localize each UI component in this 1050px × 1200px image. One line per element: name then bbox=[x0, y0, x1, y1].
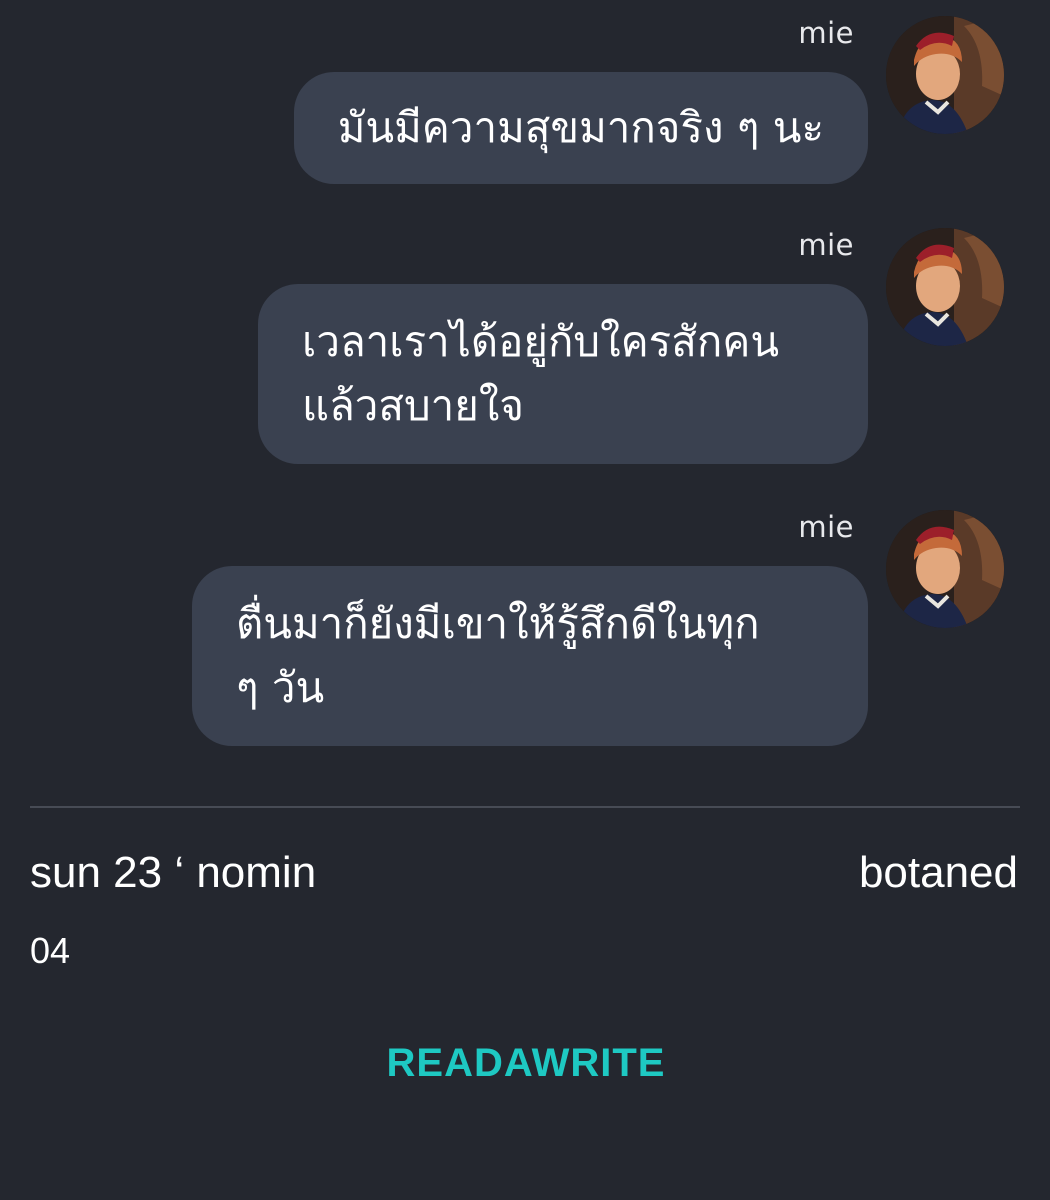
message-text-line: ตื่นมาก็ยังมีเขาให้รู้สึกดีในทุก bbox=[236, 599, 760, 648]
avatar-image bbox=[886, 16, 1004, 134]
sender-name: mie bbox=[798, 510, 854, 544]
sender-name: mie bbox=[798, 228, 854, 262]
avatar[interactable] bbox=[886, 228, 1004, 346]
story-title[interactable]: sun 23 ‘ nomin bbox=[30, 848, 316, 898]
message-bubble[interactable]: เวลาเราได้อยู่กับใครสักคน แล้วสบายใจ bbox=[258, 284, 868, 464]
message-bubble[interactable]: มันมีความสุขมากจริง ๆ นะ bbox=[293, 72, 868, 184]
message-text-line: มันมีความสุขมากจริง ๆ นะ bbox=[337, 103, 824, 152]
message-text-line: แล้วสบายใจ bbox=[302, 381, 524, 430]
message-bubble[interactable]: ตื่นมาก็ยังมีเขาให้รู้สึกดีในทุก ๆ วัน bbox=[192, 566, 868, 746]
avatar-image bbox=[886, 228, 1004, 346]
sender-name: mie bbox=[798, 16, 854, 50]
author-name[interactable]: botaned bbox=[859, 848, 1018, 898]
avatar-image bbox=[886, 510, 1004, 628]
message-text-line: เวลาเราได้อยู่กับใครสักคน bbox=[302, 317, 780, 366]
avatar[interactable] bbox=[886, 510, 1004, 628]
divider bbox=[30, 806, 1020, 808]
logo-text: READAWRITE bbox=[387, 1041, 666, 1085]
readawrite-logo[interactable]: READAWRITE bbox=[376, 1030, 676, 1090]
chapter-number: 04 bbox=[30, 930, 71, 971]
avatar[interactable] bbox=[886, 16, 1004, 134]
message-text-line: ๆ วัน bbox=[236, 663, 325, 712]
